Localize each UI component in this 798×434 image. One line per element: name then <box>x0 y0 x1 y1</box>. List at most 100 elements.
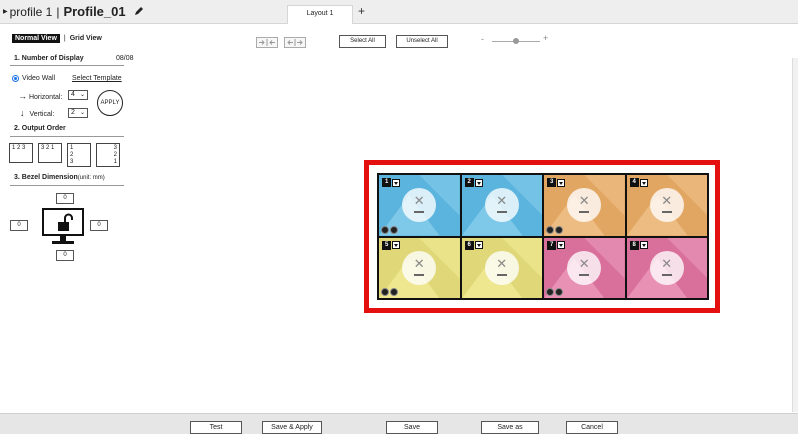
tile-controls <box>546 225 564 234</box>
test-button[interactable]: Test <box>190 421 242 434</box>
bezel-bottom-input[interactable]: 0 <box>56 250 74 261</box>
tile-number: 7 <box>547 240 557 250</box>
tile-dropdown-icon[interactable] <box>392 241 401 249</box>
vertical-label: Vertical: <box>29 111 55 118</box>
tile-number-badge: 8 <box>629 240 648 250</box>
display-tile[interactable]: 6 ✕ <box>461 237 542 298</box>
tile-number: 4 <box>629 178 639 187</box>
pencil-edit-icon[interactable] <box>133 5 145 17</box>
tile-controls <box>381 225 399 234</box>
bezel-top-input[interactable]: 0 <box>56 193 74 204</box>
horizontal-row: → Horizontal: <box>18 91 62 101</box>
vertical-value: 2 <box>71 109 75 116</box>
dash-mark <box>579 211 590 214</box>
display-tile[interactable]: 3 ✕ <box>544 175 625 236</box>
rotate-icon[interactable] <box>546 225 554 234</box>
rotate-icon[interactable] <box>381 288 389 296</box>
select-all-button[interactable]: Select All <box>339 35 386 48</box>
tile-number-badge: 3 <box>547 178 566 187</box>
bezel-left-input[interactable]: 0 <box>10 220 28 231</box>
display-tile[interactable]: 8 ✕ <box>626 237 707 298</box>
title-separator: | <box>56 4 60 19</box>
output-order-option-1[interactable]: 1 2 3 <box>9 143 33 163</box>
tile-dropdown-icon[interactable] <box>474 178 483 187</box>
zoom-out-button[interactable]: - <box>481 34 484 44</box>
video-wall-label: Video Wall <box>22 75 56 82</box>
apply-button[interactable]: APPLY <box>97 90 123 116</box>
settings-icon[interactable] <box>390 288 398 296</box>
tile-number: 1 <box>382 178 392 187</box>
dash-mark <box>661 211 672 214</box>
expand-arrows-icon <box>287 39 303 46</box>
display-tile[interactable]: 2 ✕ <box>461 175 542 236</box>
video-wall-selection: 1 ✕ 2 ✕ 3 ✕ 4 ✕ 5 ✕ 6 ✕ 7 ✕ 8 ✕ <box>364 160 720 313</box>
vertical-select[interactable]: 2 ⌄ <box>68 108 88 118</box>
expand-horizontal-button[interactable] <box>284 37 306 48</box>
close-icon: ✕ <box>413 255 425 271</box>
vertical-scrollbar[interactable] <box>792 58 798 412</box>
tile-number-badge: 2 <box>464 178 483 187</box>
bezel-unit: (unit: mm) <box>77 175 105 181</box>
view-separator: | <box>63 35 66 42</box>
number-of-display-title: 1. Number of Display <box>14 55 84 62</box>
tile-number: 2 <box>464 178 474 187</box>
display-tile[interactable]: 5 ✕ <box>379 237 460 298</box>
down-arrow-icon: ↓ <box>20 108 25 118</box>
tile-dropdown-icon[interactable] <box>639 241 648 249</box>
settings-icon[interactable] <box>555 288 563 296</box>
cancel-button[interactable]: Cancel <box>566 421 618 434</box>
dash-mark <box>414 211 425 214</box>
settings-icon[interactable] <box>555 225 563 234</box>
rotate-icon[interactable] <box>546 288 554 296</box>
video-wall-radio[interactable] <box>12 75 19 82</box>
chevron-down-icon: ⌄ <box>79 110 85 116</box>
save-button[interactable]: Save <box>386 421 438 434</box>
display-tile[interactable]: 4 ✕ <box>626 175 707 236</box>
unlock-icon[interactable] <box>57 213 73 233</box>
bezel-right-input[interactable]: 0 <box>90 220 108 231</box>
shrink-horizontal-button[interactable] <box>256 37 278 48</box>
tab-layout-1[interactable]: Layout 1 <box>287 5 353 24</box>
add-tab-button[interactable]: + <box>358 4 365 18</box>
settings-icon[interactable] <box>390 225 398 234</box>
dash-mark <box>496 273 507 276</box>
unselect-all-button[interactable]: Unselect All <box>396 35 448 48</box>
monitor-base <box>52 241 74 244</box>
bezel-dimension-title: 3. Bezel Dimension(unit: mm) <box>14 174 105 181</box>
tile-controls <box>546 288 564 296</box>
tile-dropdown-icon[interactable] <box>474 241 483 249</box>
horizontal-value: 4 <box>71 91 75 98</box>
tile-dropdown-icon[interactable] <box>557 241 566 249</box>
dash-mark <box>414 273 425 276</box>
chevron-down-icon: ⌄ <box>79 92 85 98</box>
bezel-title: 3. Bezel Dimension <box>14 174 78 181</box>
close-icon: ✕ <box>413 193 425 209</box>
output-order-option-3[interactable]: 1 2 3 <box>67 143 91 167</box>
zoom-thumb[interactable] <box>513 38 519 44</box>
zoom-in-button[interactable]: + <box>543 33 548 43</box>
display-tile[interactable]: 1 ✕ <box>379 175 460 236</box>
select-template-link[interactable]: Select Template <box>72 75 122 82</box>
output-order-option-2[interactable]: 3 2 1 <box>38 143 62 163</box>
tile-number-badge: 6 <box>464 240 483 250</box>
profile-title: ▶ profile 1 | Profile_01 <box>3 4 126 19</box>
expand-triangle-icon[interactable]: ▶ <box>3 8 8 15</box>
tile-dropdown-icon[interactable] <box>392 178 401 187</box>
save-as-button[interactable]: Save as <box>481 421 539 434</box>
no-signal-icon: ✕ <box>649 250 684 285</box>
output-order-option-4[interactable]: 3 2 1 <box>96 143 120 167</box>
display-tile[interactable]: 7 ✕ <box>544 237 625 298</box>
close-icon: ✕ <box>661 193 673 209</box>
tile-dropdown-icon[interactable] <box>557 178 566 187</box>
normal-view-tab[interactable]: Normal View <box>12 34 60 43</box>
rotate-icon[interactable] <box>381 225 389 234</box>
tile-number: 6 <box>464 240 474 250</box>
horizontal-select[interactable]: 4 ⌄ <box>68 90 88 100</box>
grid-view-tab[interactable]: Grid View <box>70 35 102 42</box>
left-panel: Normal View | Grid View 1. Number of Dis… <box>0 25 140 417</box>
zoom-slider[interactable]: - + <box>479 33 551 47</box>
dash-mark <box>496 211 507 214</box>
dash-mark <box>661 273 672 276</box>
tile-dropdown-icon[interactable] <box>639 178 648 187</box>
save-and-apply-button[interactable]: Save & Apply <box>262 421 322 434</box>
